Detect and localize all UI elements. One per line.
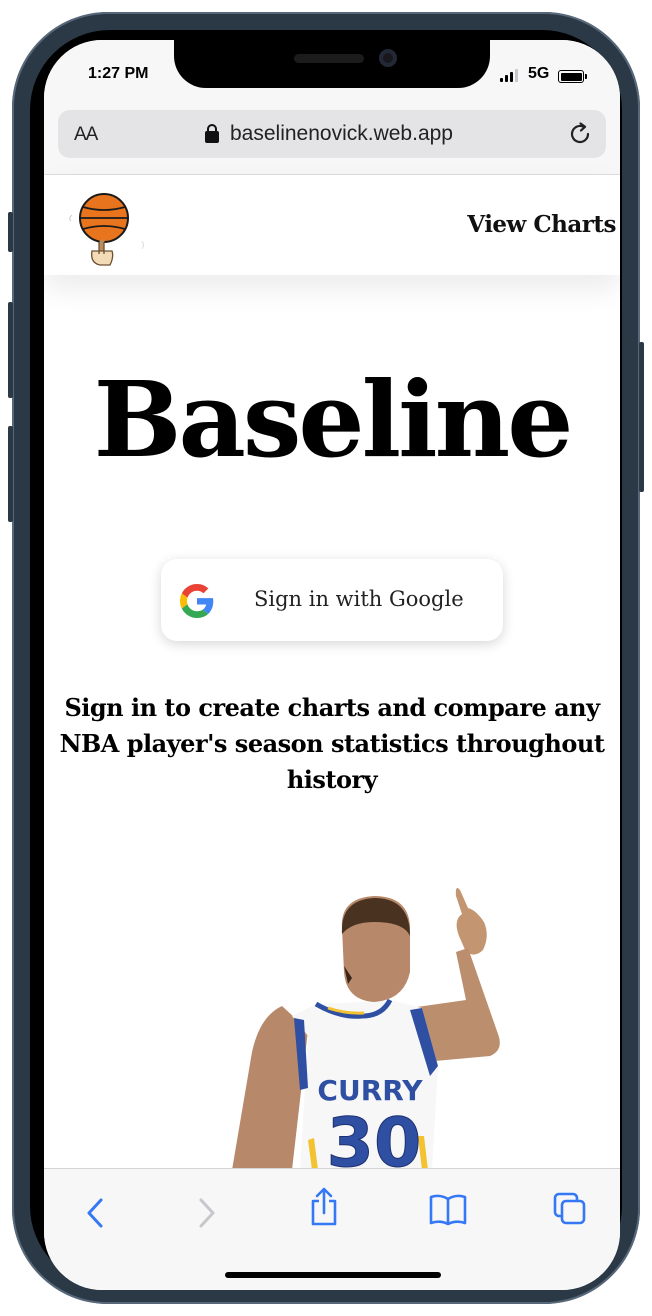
lock-icon	[205, 124, 219, 143]
browser-address-area: AA baselinenovick.web.app	[44, 104, 620, 175]
earpiece-speaker	[294, 54, 364, 63]
power-button	[639, 342, 644, 492]
status-time: 1:27 PM	[88, 65, 149, 82]
network-type: 5G	[528, 65, 550, 82]
google-g-icon	[180, 584, 214, 618]
back-icon[interactable]	[84, 1195, 108, 1231]
tabs-icon[interactable]	[552, 1191, 588, 1227]
curry-player-illustration: CURRY 30	[232, 888, 500, 1170]
volume-up-button	[8, 302, 13, 398]
view-charts-link[interactable]: View Charts	[467, 211, 616, 238]
battery-icon	[558, 70, 587, 83]
page-title: Baseline	[93, 358, 574, 481]
jersey-number-text: 30	[327, 1104, 422, 1170]
front-camera	[379, 49, 397, 67]
reload-icon[interactable]	[566, 120, 594, 148]
google-sign-in-button[interactable]: Sign in with Google	[161, 559, 503, 641]
site-header: View Charts	[44, 175, 620, 275]
sign-in-tagline: Sign in to create charts and compare any…	[59, 693, 605, 794]
bookmarks-icon[interactable]	[428, 1193, 468, 1227]
text-size-button[interactable]: AA	[74, 124, 98, 146]
basketball-logo[interactable]	[52, 183, 162, 267]
jersey-name-text: CURRY	[317, 1074, 423, 1107]
address-bar[interactable]: AA baselinenovick.web.app	[58, 110, 606, 158]
phone-screen: 1:27 PM 5G AA baselinenovick.web.app Vie…	[44, 40, 620, 1290]
volume-down-button	[8, 426, 13, 522]
home-indicator[interactable]	[225, 1272, 441, 1278]
forward-icon[interactable]	[194, 1195, 218, 1231]
mute-switch	[8, 212, 13, 252]
google-sign-in-label: Sign in with Google	[254, 587, 464, 611]
share-icon[interactable]	[308, 1187, 340, 1227]
camera-notch	[174, 40, 490, 88]
url-text[interactable]: baselinenovick.web.app	[230, 122, 453, 146]
